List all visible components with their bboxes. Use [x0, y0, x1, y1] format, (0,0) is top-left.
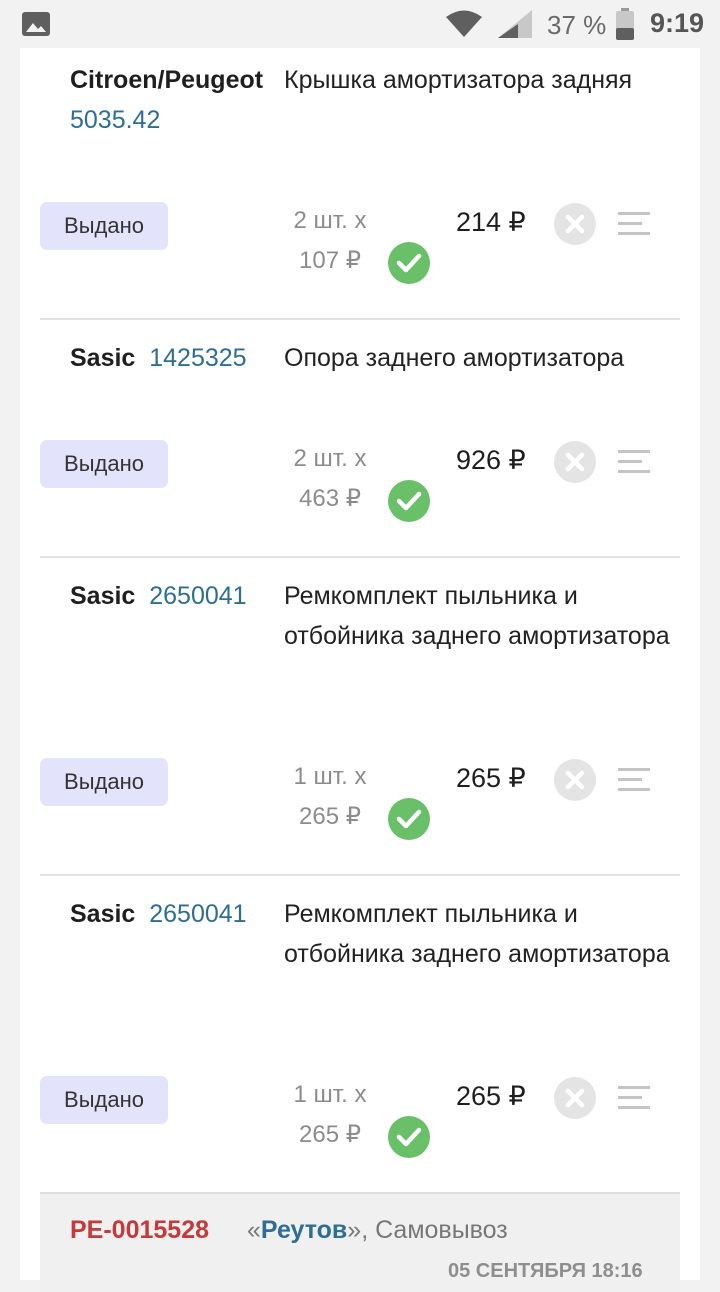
item-quantity: 2 шт. x 463 ₽: [280, 439, 380, 519]
order-pickup-point: «Реутов», Самовывоз: [247, 1216, 508, 1245]
order-header[interactable]: РЕ-0015528 «Реутов», Самовывоз 05 СЕНТЯБ…: [40, 1192, 680, 1292]
order-items-card: Citroen/Peugeot 5035.42 Крышка амортизат…: [20, 48, 700, 1292]
divider: [40, 318, 680, 320]
status-badge: Выдано: [40, 440, 168, 488]
divider: [40, 874, 680, 876]
item-description: Ремкомплект пыльника и отбойника заднего…: [284, 900, 670, 968]
item-unit-price: 265 ₽: [299, 1121, 361, 1148]
item-brand-block: Sasic 1425325: [70, 338, 247, 378]
item-quantity: 1 шт. x 265 ₽: [280, 1075, 380, 1155]
check-icon[interactable]: [388, 1116, 430, 1158]
status-badge: Выдано: [40, 1076, 168, 1124]
item-brand: Sasic: [70, 582, 136, 610]
menu-icon[interactable]: [618, 768, 650, 792]
signal-icon: [498, 10, 532, 38]
menu-icon[interactable]: [618, 1086, 650, 1110]
item-quantity: 2 шт. x 107 ₽: [280, 201, 380, 281]
order-delivery-method: , Самовывоз: [361, 1216, 508, 1244]
clock: 9:19: [650, 8, 705, 38]
wifi-icon: [446, 10, 482, 37]
item-unit-price: 107 ₽: [299, 247, 361, 274]
item-code[interactable]: 2650041: [149, 582, 246, 610]
item-code[interactable]: 1425325: [149, 344, 246, 372]
cancel-icon[interactable]: [554, 203, 596, 245]
battery-icon: [616, 8, 634, 40]
item-total-price: 265 ₽: [456, 1081, 526, 1111]
item-qty-text: 2 шт. x: [293, 207, 367, 234]
item-unit-price: 265 ₽: [299, 803, 361, 830]
item-total-price: 265 ₽: [456, 763, 526, 793]
status-badge: Выдано: [40, 758, 168, 806]
check-icon[interactable]: [388, 480, 430, 522]
item-code[interactable]: 5035.42: [70, 100, 280, 140]
item-total-price: 214 ₽: [456, 207, 526, 237]
item-brand: Sasic: [70, 900, 136, 928]
check-icon[interactable]: [388, 242, 430, 284]
status-badge: Выдано: [40, 202, 168, 250]
status-bar: 37 % 9:19: [0, 0, 720, 48]
order-city: Реутов: [260, 1216, 348, 1244]
item-code[interactable]: 2650041: [149, 900, 246, 928]
order-id[interactable]: РЕ-0015528: [70, 1216, 209, 1245]
cancel-icon[interactable]: [554, 1077, 596, 1119]
item-quantity: 1 шт. x 265 ₽: [280, 757, 380, 837]
cancel-icon[interactable]: [554, 759, 596, 801]
item-description: Опора заднего амортизатора: [284, 344, 625, 372]
menu-icon[interactable]: [618, 212, 650, 236]
check-icon[interactable]: [388, 798, 430, 840]
item-description: Крышка амортизатора задняя: [284, 66, 633, 94]
divider: [40, 556, 680, 558]
item-brand-block: Citroen/Peugeot 5035.42: [70, 60, 280, 140]
quote-open: «: [247, 1216, 261, 1244]
item-brand: Sasic: [70, 344, 136, 372]
item-brand: Citroen/Peugeot: [70, 66, 264, 94]
item-unit-price: 463 ₽: [299, 485, 361, 512]
item-brand-block: Sasic 2650041: [70, 576, 247, 616]
item-total-price: 926 ₽: [456, 445, 526, 475]
battery-percent: 37 %: [547, 10, 607, 40]
item-qty-text: 2 шт. x: [293, 445, 367, 472]
item-qty-text: 1 шт. x: [293, 763, 367, 790]
cancel-icon[interactable]: [554, 441, 596, 483]
item-brand-block: Sasic 2650041: [70, 894, 247, 934]
menu-icon[interactable]: [618, 450, 650, 474]
item-description: Ремкомплект пыльника и отбойника заднего…: [284, 582, 670, 650]
quote-close: »: [347, 1216, 362, 1244]
item-qty-text: 1 шт. x: [293, 1081, 367, 1108]
gallery-icon: [22, 12, 50, 36]
